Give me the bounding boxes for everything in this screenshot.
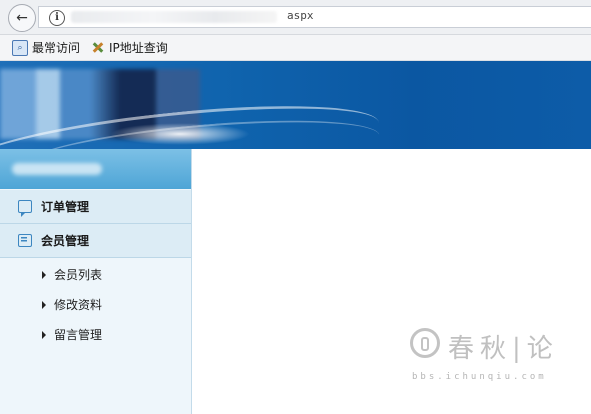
bookmark-ip-lookup[interactable]: IP地址查询 [90,39,168,56]
bookmark-label: 最常访问 [32,41,81,55]
left-sidebar: 订单管理 会员管理 会员列表 修改资料 留言管理 [0,149,192,414]
info-icon[interactable]: i [49,10,65,26]
menu-order-management[interactable]: 订单管理 [0,190,191,224]
menu-member-management[interactable]: 会员管理 [0,224,191,258]
submenu-edit-profile[interactable]: 修改资料 [42,296,102,313]
chat-bubble-icon [18,200,32,217]
menu-label: 订单管理 [41,200,90,214]
header-banner [0,61,591,149]
url-text: aspx [287,9,314,22]
browser-toolbar: ← i aspx [0,0,591,35]
submenu-label: 会员列表 [54,268,103,282]
caret-right-icon [42,270,46,279]
submenu-message-management[interactable]: 留言管理 [42,326,102,343]
bookmark-search-icon: ⌕ [12,39,28,56]
sidebar-header [0,149,191,189]
watermark-text: 春秋|论 [448,334,559,364]
submenu-member-list[interactable]: 会员列表 [42,266,102,283]
bookmark-most-visited[interactable]: ⌕ 最常访问 [12,39,80,56]
sidebar-title-redacted [12,163,102,175]
menu-label: 会员管理 [41,234,90,248]
bookmarks-bar: ⌕ 最常访问 IP地址查询 [0,35,591,61]
list-icon [18,234,32,247]
bookmark-label: IP地址查询 [109,41,168,55]
watermark-url: bbs.ichunqiu.com [412,372,547,382]
tools-icon [90,40,105,55]
address-bar[interactable]: i aspx [38,6,591,28]
submenu-label: 修改资料 [54,298,103,312]
submenu-label: 留言管理 [54,328,103,342]
back-button[interactable]: ← [8,4,36,32]
url-redacted [71,11,277,23]
back-arrow-icon: ← [16,10,28,26]
watermark-logo-icon [410,328,440,358]
caret-right-icon [42,300,46,309]
caret-right-icon [42,330,46,339]
